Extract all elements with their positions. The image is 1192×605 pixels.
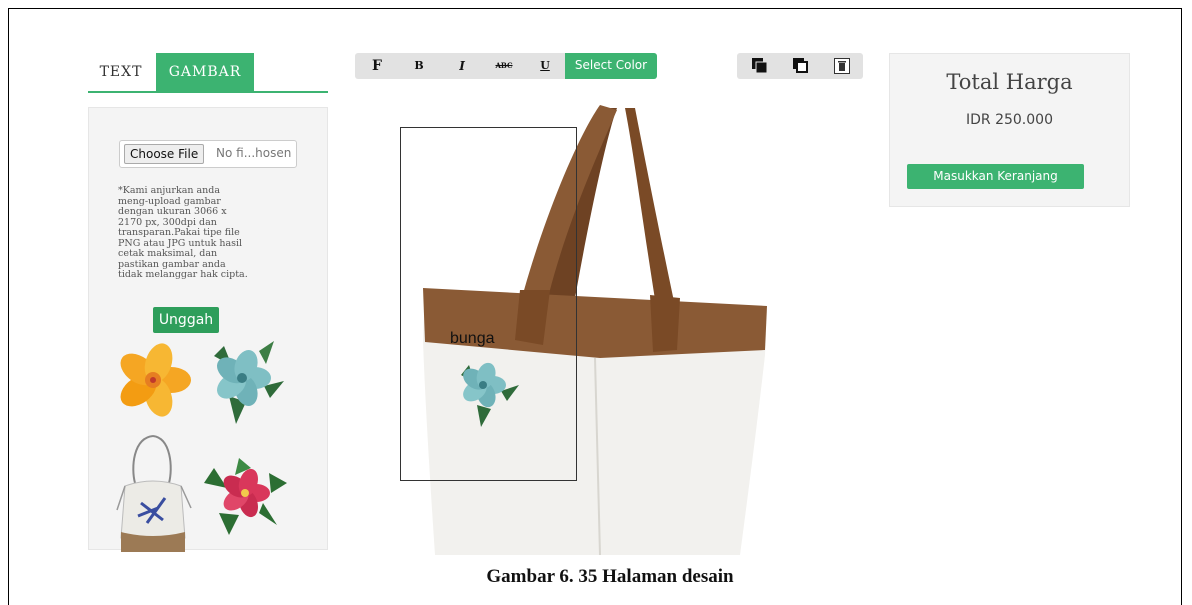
bring-front-icon[interactable] — [751, 57, 769, 75]
underline-button[interactable]: U — [533, 53, 557, 79]
price-title: Total Harga — [946, 70, 1073, 94]
print-area-box[interactable] — [400, 127, 577, 481]
thumbnail-red-flowers[interactable] — [199, 453, 289, 535]
price-value: IDR 250.000 — [966, 112, 1053, 128]
tab-text[interactable]: TEXT — [88, 53, 154, 91]
price-panel: Total Harga IDR 250.000 Masukkan Keranja… — [889, 53, 1130, 207]
send-back-icon[interactable] — [792, 57, 810, 75]
canvas-text-label[interactable]: bunga — [450, 330, 495, 348]
choose-file-button[interactable]: Choose File — [124, 144, 205, 164]
image-upload-panel: Choose File No fi...hosen *Kami anjurkan… — [88, 107, 328, 552]
add-to-cart-button[interactable]: Masukkan Keranjang — [907, 164, 1084, 189]
font-button[interactable]: F — [365, 53, 389, 79]
file-status-text: No fi...hosen — [216, 146, 292, 160]
tab-bar: TEXT GAMBAR — [88, 53, 328, 93]
thumbnail-blue-hibiscus[interactable] — [204, 336, 286, 424]
layer-toolbar — [737, 53, 863, 79]
italic-button[interactable]: I — [450, 53, 474, 79]
strikethrough-button[interactable]: ABC — [489, 53, 519, 79]
thumbnail-drawstring-bag[interactable] — [113, 428, 193, 552]
upload-button[interactable]: Unggah — [153, 307, 219, 333]
figure-caption: Gambar 6. 35 Halaman desain — [486, 566, 734, 587]
bold-button[interactable]: B — [407, 53, 431, 79]
thumbnail-yellow-hibiscus[interactable] — [109, 341, 197, 419]
tab-gambar[interactable]: GAMBAR — [156, 53, 254, 91]
delete-icon[interactable] — [833, 57, 851, 75]
upload-note: *Kami anjurkan anda meng-upload gambar d… — [118, 185, 248, 280]
text-toolbar: F B I ABC U Select Color — [355, 53, 657, 79]
select-color-button[interactable]: Select Color — [565, 53, 657, 79]
file-input[interactable]: Choose File No fi...hosen — [119, 140, 297, 168]
